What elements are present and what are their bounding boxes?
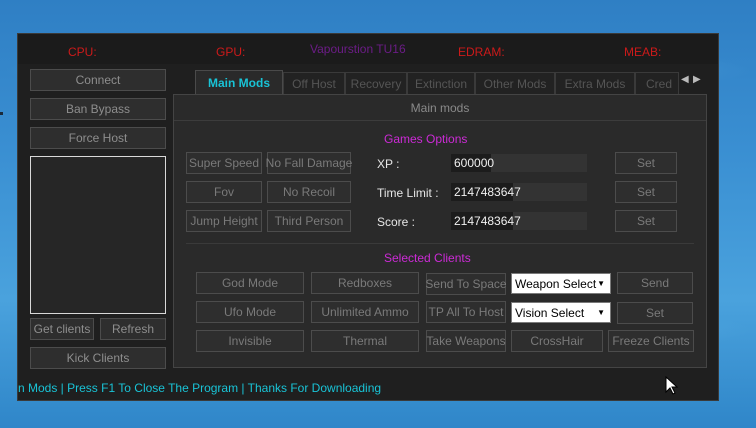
time-limit-input[interactable]: 2147483647 (451, 183, 587, 201)
cpu-label: CPU: (68, 45, 97, 59)
meab-label: MEAB: (624, 45, 662, 59)
no-fall-damage-button[interactable]: No Fall Damage (266, 152, 352, 174)
desktop-speck (0, 112, 3, 115)
xp-input[interactable]: 600000 (451, 154, 587, 172)
tab-main-mods[interactable]: Main Mods (195, 70, 283, 94)
chevron-down-icon: ▼ (597, 279, 605, 288)
app-window: CPU: GPU: Vapourstion TU16 EDRAM: MEAB: … (17, 33, 719, 401)
edram-label: EDRAM: (458, 45, 505, 59)
freeze-clients-button[interactable]: Freeze Clients (608, 330, 694, 352)
clients-list[interactable] (30, 156, 166, 314)
tab-strip: Main Mods Off Host Recovery Extinction O… (175, 70, 707, 94)
xp-set-button[interactable]: Set (615, 152, 677, 174)
score-label: Score : (377, 215, 416, 229)
score-set-button[interactable]: Set (615, 210, 677, 232)
unlimited-ammo-button[interactable]: Unlimited Ammo (311, 301, 419, 323)
refresh-button[interactable]: Refresh (100, 318, 166, 340)
vision-set-button[interactable]: Set (617, 302, 693, 324)
section-divider (186, 243, 694, 244)
mouse-cursor-icon (665, 376, 679, 395)
weapon-select-dropdown[interactable]: Weapon Select ▼ (511, 273, 611, 294)
gpu-label: GPU: (216, 45, 246, 59)
tab-credits[interactable]: Cred (635, 72, 679, 94)
vision-select-dropdown[interactable]: Vision Select ▼ (511, 302, 611, 323)
time-limit-set-button[interactable]: Set (615, 181, 677, 203)
status-ticker: n Mods | Press F1 To Close The Program |… (18, 381, 382, 395)
force-host-button[interactable]: Force Host (30, 127, 166, 149)
redboxes-button[interactable]: Redboxes (311, 272, 419, 294)
app-title: Vapourstion TU16 (310, 42, 406, 56)
games-options-heading: Games Options (384, 132, 468, 146)
tab-other-mods[interactable]: Other Mods (475, 72, 555, 94)
crosshair-button[interactable]: CrossHair (511, 330, 603, 352)
tab-extra-mods[interactable]: Extra Mods (555, 72, 635, 94)
tab-recovery[interactable]: Recovery (345, 72, 407, 94)
god-mode-button[interactable]: God Mode (196, 272, 304, 294)
chevron-down-icon: ▼ (597, 308, 605, 317)
jump-height-button[interactable]: Jump Height (186, 210, 262, 232)
kick-clients-button[interactable]: Kick Clients (30, 347, 166, 369)
main-mods-panel: Main mods Games Options Super Speed No F… (173, 94, 707, 368)
third-person-button[interactable]: Third Person (267, 210, 351, 232)
panel-title: Main mods (174, 95, 706, 121)
ban-bypass-button[interactable]: Ban Bypass (30, 98, 166, 120)
no-recoil-button[interactable]: No Recoil (267, 181, 351, 203)
thermal-button[interactable]: Thermal (311, 330, 419, 352)
tab-scroll-right-icon[interactable]: ▶ (693, 74, 701, 85)
tab-scroll-left-icon[interactable]: ◀ (681, 74, 689, 85)
send-button[interactable]: Send (617, 272, 693, 294)
score-input[interactable]: 2147483647 (451, 212, 587, 230)
tab-extinction[interactable]: Extinction (407, 72, 475, 94)
selected-clients-heading: Selected Clients (384, 251, 471, 265)
get-clients-button[interactable]: Get clients (30, 318, 94, 340)
take-weapons-button[interactable]: Take Weapons (426, 330, 506, 352)
stats-bar: CPU: GPU: Vapourstion TU16 EDRAM: MEAB: (18, 34, 718, 64)
invisible-button[interactable]: Invisible (196, 330, 304, 352)
send-to-space-button[interactable]: Send To Space (425, 273, 507, 295)
tp-all-to-host-button[interactable]: TP All To Host (426, 301, 506, 323)
super-speed-button[interactable]: Super Speed (186, 152, 262, 174)
time-limit-label: Time Limit : (377, 186, 439, 200)
ufo-mode-button[interactable]: Ufo Mode (196, 301, 304, 323)
xp-label: XP : (377, 157, 400, 171)
tab-off-host[interactable]: Off Host (283, 72, 345, 94)
connect-button[interactable]: Connect (30, 69, 166, 91)
fov-button[interactable]: Fov (186, 181, 262, 203)
